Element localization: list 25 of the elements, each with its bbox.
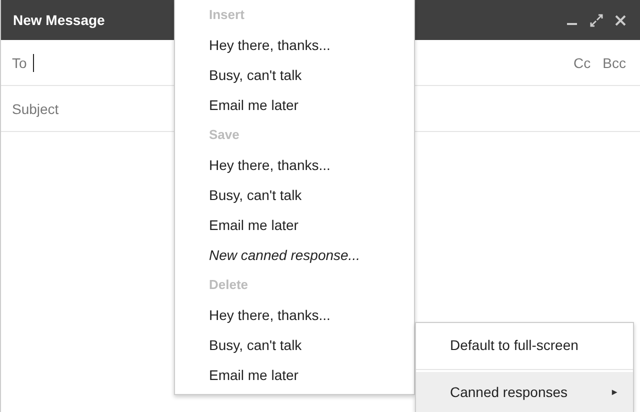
to-label: To	[12, 54, 27, 70]
menu-item-label: Default to full-screen	[450, 337, 578, 353]
bcc-link[interactable]: Bcc	[602, 54, 626, 70]
submenu-arrow-icon: ►	[610, 387, 619, 397]
menu-item[interactable]: Email me later	[175, 360, 414, 390]
menu-item[interactable]: Email me later	[175, 90, 414, 120]
menu-item[interactable]: Hey there, thanks...	[175, 150, 414, 180]
menu-heading: Save	[208, 126, 240, 144]
close-icon[interactable]	[615, 14, 626, 26]
menu-item[interactable]: Busy, can't talk	[175, 180, 414, 210]
menu-item[interactable]: Hey there, thanks...	[175, 30, 414, 60]
menu-item[interactable]: Canned responses ►	[416, 372, 633, 412]
cc-link[interactable]: Cc	[574, 54, 591, 70]
text-cursor	[32, 54, 34, 72]
menu-item[interactable]: Busy, can't talk	[175, 330, 414, 360]
menu-item[interactable]: Default to full-screen	[416, 323, 633, 367]
menu-item[interactable]: Hey there, thanks...	[175, 300, 414, 330]
expand-icon[interactable]	[590, 14, 603, 26]
window-title: New Message	[13, 12, 105, 28]
menu-item[interactable]: Email me later	[175, 210, 414, 240]
new-response-item[interactable]: New canned response...	[175, 240, 414, 270]
menu-heading: Insert	[208, 6, 246, 24]
menu-item[interactable]: Busy, can't talk	[175, 60, 414, 90]
menu-heading: Delete	[208, 276, 250, 294]
menu-item-label: Canned responses	[450, 384, 568, 400]
